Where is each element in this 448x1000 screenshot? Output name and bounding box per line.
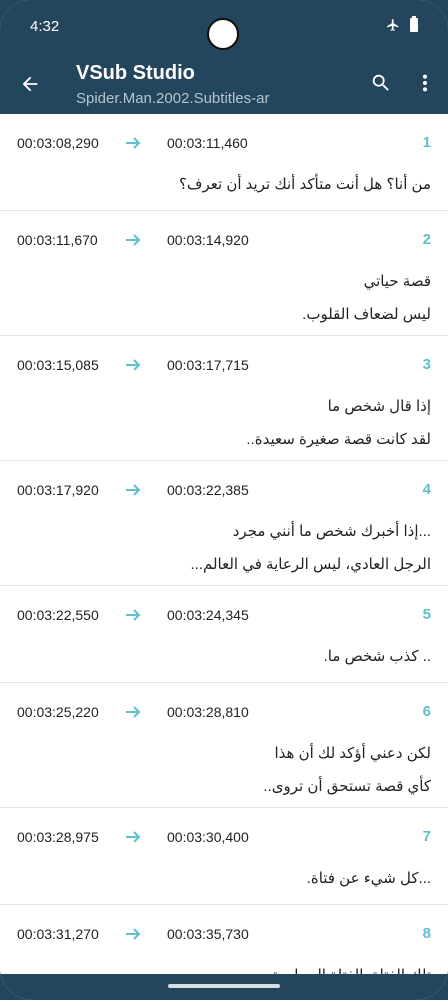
arrow-right-icon: [126, 831, 141, 843]
subtitle-index: 8: [422, 925, 431, 942]
status-time: 4:32: [30, 18, 60, 35]
end-time: 00:03:22,385: [167, 482, 249, 498]
subtitle-item[interactable]: 00:03:28,975 00:03:30,400 7 ...كل شيء عن…: [0, 808, 448, 905]
subtitle-line: قصة حياتي: [363, 273, 431, 290]
airplane-icon: [387, 19, 399, 31]
subtitle-text: .. كذب شخص ما.: [51, 640, 431, 673]
screen: 4:32 VSub Studio Spider.Man.2002.Subtitl…: [0, 0, 448, 1000]
subtitle-text: قصة حياتي ليس لضعاف القلوب.: [51, 265, 431, 331]
arrow-right-icon: [126, 137, 141, 149]
subtitle-index: 5: [422, 606, 431, 623]
arrow-right-icon: [126, 706, 141, 718]
subtitle-line: كأي قصة تستحق أن تروى..: [263, 778, 431, 795]
app-subtitle: Spider.Man.2002.Subtitles-ar: [76, 90, 270, 107]
subtitle-index: 6: [422, 703, 431, 720]
start-time: 00:03:25,220: [17, 704, 99, 720]
subtitle-line: الرجل العادي، ليس الرعاية في العالم...: [190, 556, 431, 573]
more-options-button[interactable]: [410, 68, 440, 98]
subtitle-list[interactable]: 00:03:08,290 00:03:11,460 1 من أنا؟ هل أ…: [0, 114, 448, 974]
subtitle-text: تلك الفتاة. الفتاة المجاورة.: [51, 959, 431, 974]
subtitle-item[interactable]: 00:03:17,920 00:03:22,385 4 ...إذا أخبرك…: [0, 461, 448, 586]
arrow-right-icon: [126, 359, 141, 371]
subtitle-index: 4: [422, 481, 431, 498]
end-time: 00:03:30,400: [167, 829, 249, 845]
status-bar: 4:32: [0, 0, 448, 54]
subtitle-item[interactable]: 00:03:31,270 00:03:35,730 8 تلك الفتاة. …: [0, 905, 448, 974]
subtitle-item[interactable]: 00:03:15,085 00:03:17,715 3 إذا قال شخص …: [0, 336, 448, 461]
app-bar: VSub Studio Spider.Man.2002.Subtitles-ar: [0, 54, 448, 114]
start-time: 00:03:11,670: [17, 232, 98, 248]
subtitle-line: من أنا؟ هل أنت متأكد أنك تريد أن تعرف؟: [178, 176, 431, 193]
start-time: 00:03:28,975: [17, 829, 99, 845]
end-time: 00:03:17,715: [167, 357, 249, 373]
end-time: 00:03:11,460: [167, 135, 248, 151]
subtitle-item[interactable]: 00:03:25,220 00:03:28,810 6 لكن دعني أؤك…: [0, 683, 448, 808]
subtitle-text: من أنا؟ هل أنت متأكد أنك تريد أن تعرف؟: [51, 168, 431, 201]
subtitle-line: ليس لضعاف القلوب.: [302, 306, 431, 323]
status-icons: [386, 16, 418, 32]
start-time: 00:03:17,920: [17, 482, 99, 498]
subtitle-item[interactable]: 00:03:22,550 00:03:24,345 5 .. كذب شخص م…: [0, 586, 448, 683]
more-vert-icon: [422, 74, 428, 92]
start-time: 00:03:22,550: [17, 607, 99, 623]
end-time: 00:03:14,920: [167, 232, 249, 248]
subtitle-line: لقد كانت قصة صغيرة سعيدة..: [246, 431, 431, 448]
subtitle-index: 7: [422, 828, 431, 845]
home-indicator[interactable]: [168, 984, 280, 988]
back-arrow-icon: [22, 76, 38, 92]
search-button[interactable]: [366, 68, 396, 98]
subtitle-text: ...كل شيء عن فتاة.: [51, 862, 431, 895]
arrow-right-icon: [126, 928, 141, 940]
arrow-right-icon: [126, 484, 141, 496]
front-camera: [207, 18, 239, 50]
subtitle-index: 3: [422, 356, 431, 373]
start-time: 00:03:31,270: [17, 926, 99, 942]
subtitle-line: ...إذا أخبرك شخص ما أنني مجرد: [232, 523, 431, 540]
navigation-bar: [0, 974, 448, 1000]
subtitle-line: إذا قال شخص ما: [327, 398, 431, 415]
arrow-right-icon: [126, 609, 141, 621]
subtitle-line: ...كل شيء عن فتاة.: [306, 870, 431, 887]
start-time: 00:03:15,085: [17, 357, 99, 373]
device-frame: 4:32 VSub Studio Spider.Man.2002.Subtitl…: [0, 0, 448, 1000]
subtitle-text: لكن دعني أؤكد لك أن هذا كأي قصة تستحق أن…: [51, 737, 431, 803]
subtitle-index: 2: [422, 231, 431, 248]
subtitle-item[interactable]: 00:03:11,670 00:03:14,920 2 قصة حياتي لي…: [0, 211, 448, 336]
end-time: 00:03:24,345: [167, 607, 249, 623]
subtitle-index: 1: [422, 134, 431, 151]
arrow-right-icon: [126, 234, 141, 246]
end-time: 00:03:28,810: [167, 704, 249, 720]
app-title: VSub Studio: [76, 62, 195, 84]
battery-icon: [410, 16, 418, 32]
subtitle-line: تلك الفتاة. الفتاة المجاورة.: [51, 959, 431, 974]
subtitle-line: لكن دعني أؤكد لك أن هذا: [274, 745, 431, 762]
back-button[interactable]: [14, 68, 46, 100]
subtitle-line: .. كذب شخص ما.: [323, 648, 431, 665]
end-time: 00:03:35,730: [167, 926, 249, 942]
start-time: 00:03:08,290: [17, 135, 99, 151]
subtitle-text: ...إذا أخبرك شخص ما أنني مجرد الرجل العا…: [51, 515, 431, 581]
subtitle-text: إذا قال شخص ما لقد كانت قصة صغيرة سعيدة.…: [51, 390, 431, 456]
subtitle-item[interactable]: 00:03:08,290 00:03:11,460 1 من أنا؟ هل أ…: [0, 114, 448, 211]
search-icon: [372, 74, 389, 91]
